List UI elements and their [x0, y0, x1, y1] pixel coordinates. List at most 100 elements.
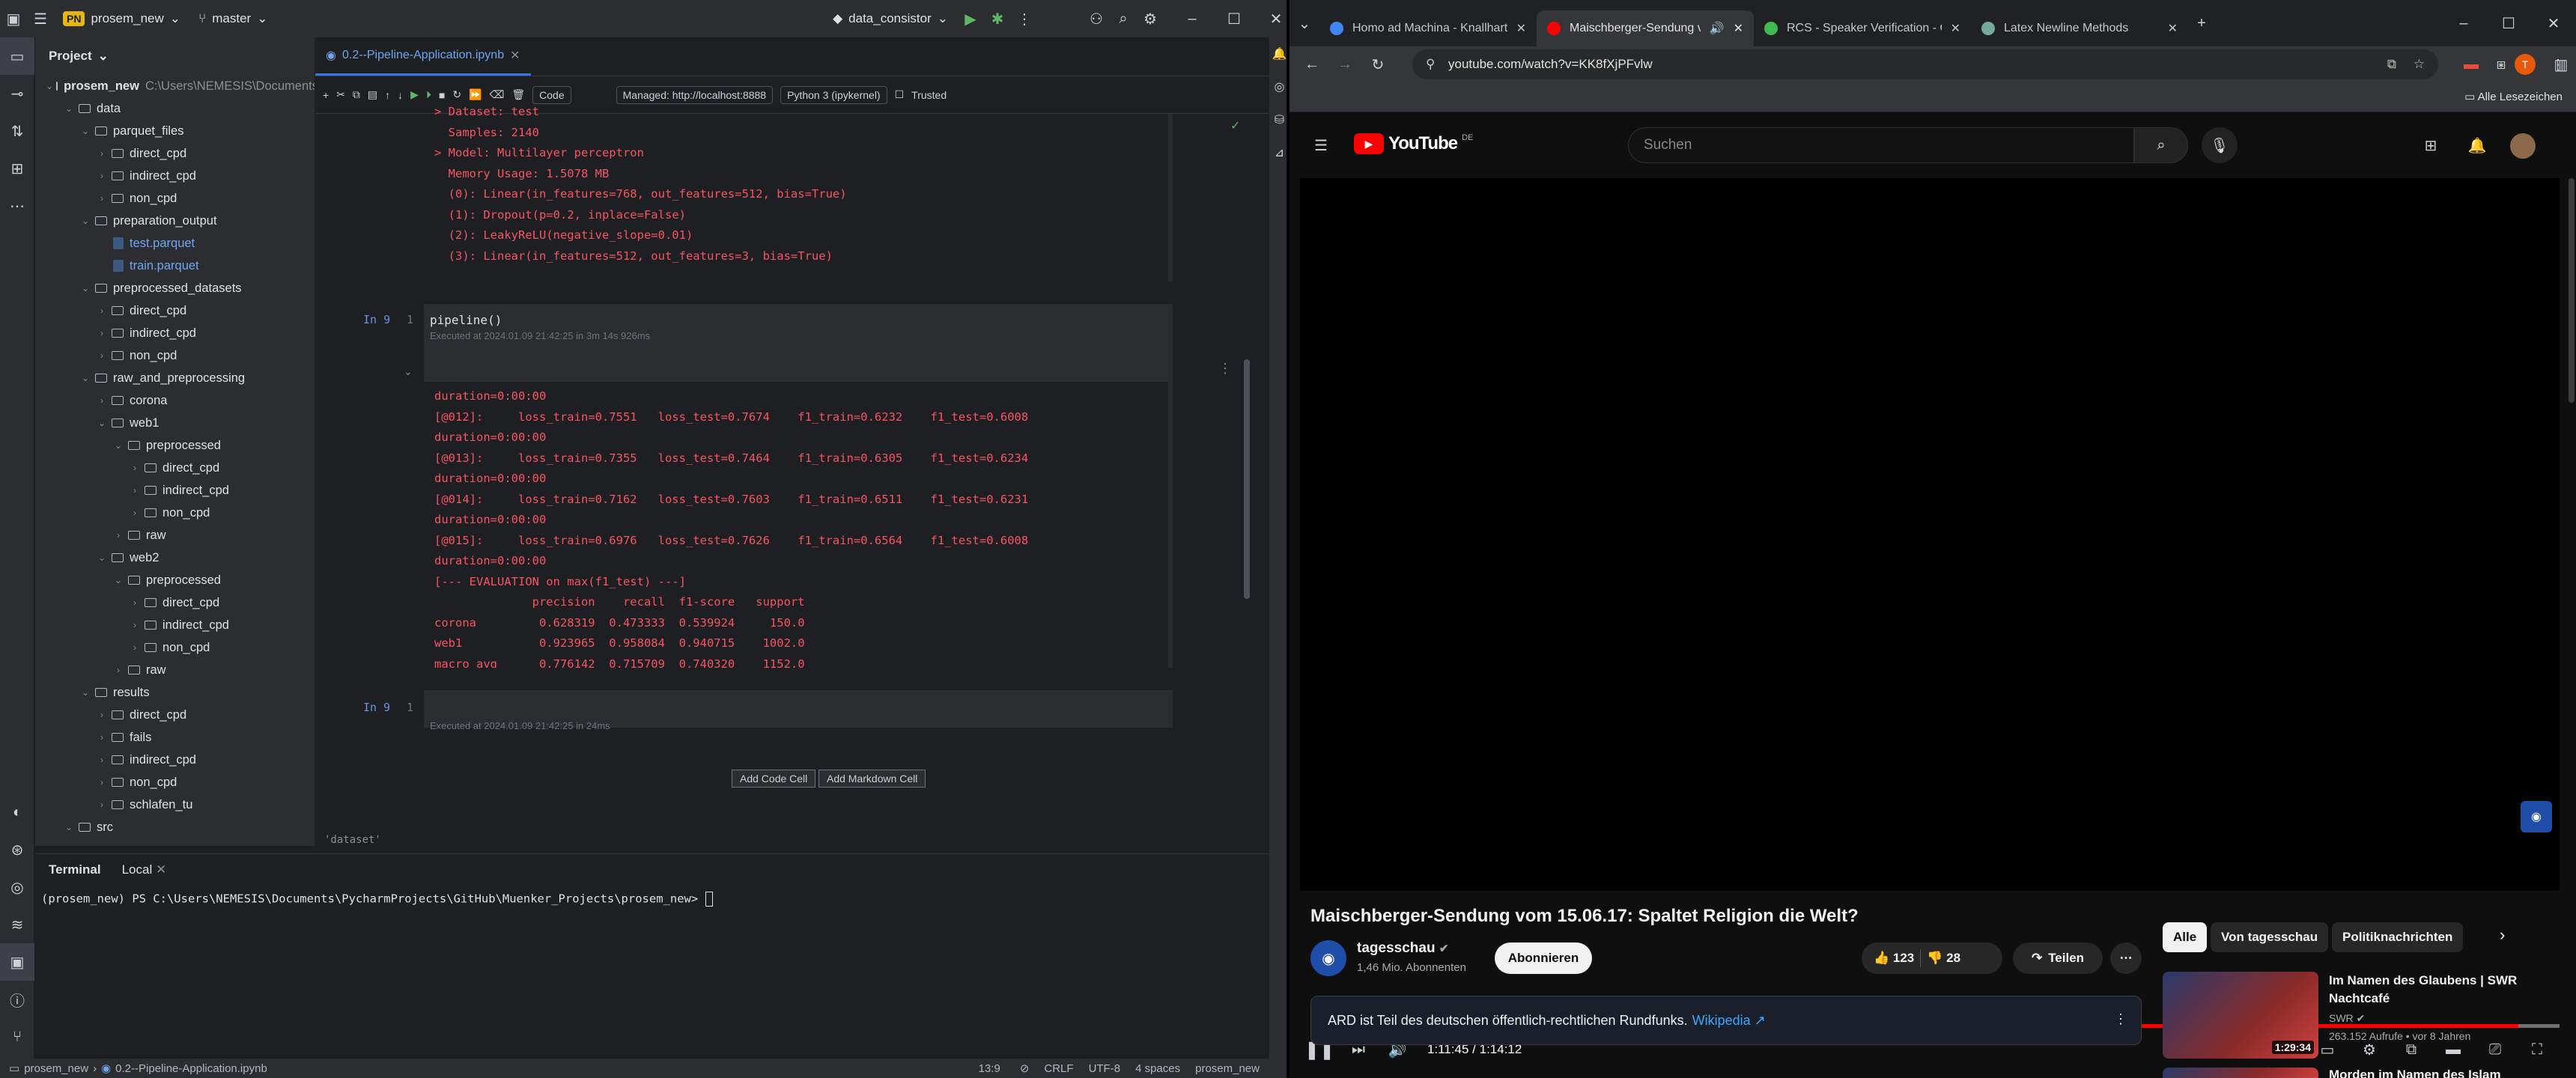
chevron-down-icon[interactable]: ⌄ [112, 440, 125, 451]
add-user-icon[interactable]: ⚇ [1083, 5, 1110, 32]
tree-folder-item[interactable]: › non_cpd [35, 636, 315, 659]
chevron-right-icon[interactable]: › [95, 710, 109, 720]
tree-folder-item[interactable]: ⌄ web1 [35, 412, 315, 434]
chip-2[interactable]: Politiknachrichten [2332, 922, 2464, 952]
tree-folder-item[interactable]: › non_cpd [35, 187, 315, 210]
tree-folder-item[interactable]: › indirect_cpd [35, 614, 315, 636]
breadcrumb-file[interactable]: 0.2--Pipeline-Application.ipynb [115, 1062, 267, 1075]
run-above-icon[interactable]: ⏩ [469, 88, 482, 101]
chevron-right-icon[interactable]: › [128, 620, 142, 630]
tab-local[interactable]: Local ✕ [122, 862, 167, 877]
run-icon[interactable]: ▶ [957, 5, 984, 32]
stop-icon[interactable]: ■ [439, 89, 445, 101]
git-icon[interactable]: ⑂ [0, 1018, 34, 1056]
add-code-cell-button[interactable]: Add Code Cell [732, 770, 816, 788]
tree-folder-item[interactable]: ⌄ preprocessed [35, 434, 315, 457]
server-select[interactable]: Managed: http://localhost:8888 [616, 85, 774, 104]
indent[interactable]: 4 spaces [1135, 1062, 1180, 1075]
problems-icon[interactable]: ⓘ [0, 981, 34, 1018]
channel-watermark-icon[interactable]: ◉ [2521, 801, 2552, 832]
run-config-selector[interactable]: ◆ data_consistor ⌄ [824, 11, 957, 26]
tree-folder-item[interactable]: ⌄ prosem_new C:\Users\NEMESIS\Documents\Py… [35, 75, 315, 97]
tree-folder-item[interactable]: ⌄ raw_and_preprocessing [35, 367, 315, 389]
recommended-video[interactable]: Morden im Namen des Islam [2163, 1068, 2537, 1078]
tree-folder-item[interactable]: ⌄ results [35, 681, 315, 704]
back-icon[interactable]: ← [1298, 51, 1325, 78]
minimize-icon[interactable]: – [2450, 10, 2477, 37]
chevron-down-icon[interactable]: ⌄ [62, 822, 76, 832]
trusted-checkbox[interactable]: ☐ [895, 88, 905, 101]
create-icon[interactable]: ⊞ [2417, 132, 2444, 159]
maximize-icon[interactable]: ☐ [1221, 5, 1248, 32]
chevron-down-icon[interactable]: ⌄ [79, 126, 92, 136]
subscribe-button[interactable]: Abonnieren [1495, 943, 1592, 974]
chevron-down-icon[interactable]: ⌄ [46, 81, 53, 91]
debug-icon[interactable]: ✱ [984, 5, 1011, 32]
move-up-icon[interactable]: ↑ [385, 89, 390, 101]
tree-folder-item[interactable]: › direct_cpd [35, 457, 315, 479]
close-tab-icon[interactable]: ✕ [156, 862, 166, 877]
chip-1[interactable]: Von tagesschau [2211, 922, 2329, 952]
output-more-icon[interactable]: ⋮ [1218, 361, 1232, 377]
editor-scrollbar[interactable] [1244, 359, 1250, 599]
tree-folder-item[interactable]: › direct_cpd [35, 704, 315, 726]
chevron-right-icon[interactable]: › [95, 777, 109, 788]
like-button[interactable]: 👍 123 [1874, 951, 1914, 966]
dislike-button[interactable]: 👎 28 [1927, 951, 1960, 966]
chip-0[interactable]: Alle [2163, 922, 2208, 952]
tree-folder-item[interactable]: › indirect_cpd [35, 479, 315, 502]
video-thumbnail[interactable] [2163, 1068, 2318, 1078]
clear-icon[interactable]: ⌫ [490, 88, 505, 101]
tree-folder-item[interactable]: ⌄ data [35, 97, 315, 120]
chevron-down-icon[interactable]: ⌄ [79, 373, 92, 383]
share-button[interactable]: ↷ Teilen [2013, 943, 2103, 974]
services-icon[interactable]: ◐ [0, 794, 34, 831]
youtube-logo[interactable]: ▶ YouTube DE [1354, 133, 1473, 154]
all-bookmarks[interactable]: ▭ Alle Lesezeichen [2464, 90, 2563, 103]
line-endings[interactable]: CRLF [1044, 1062, 1073, 1075]
extensions-puzzle-icon[interactable]: ⧆ [2488, 51, 2515, 78]
tree-folder-item[interactable]: ⌄ parquet_files [35, 120, 315, 142]
chevron-right-icon[interactable]: › [128, 508, 142, 518]
tree-folder-item[interactable]: › indirect_cpd [35, 322, 315, 344]
tree-folder-item[interactable]: › non_cpd [35, 344, 315, 367]
project-tool-icon[interactable]: ▭ [0, 37, 34, 75]
chevron-down-icon[interactable]: ⌄ [79, 216, 92, 226]
tree-folder-item[interactable]: ⌄ web2 [35, 546, 315, 569]
close-tab-icon[interactable]: ✕ [2168, 21, 2178, 36]
chevron-right-icon[interactable]: › [128, 597, 142, 608]
chevron-right-icon[interactable]: › [95, 328, 109, 338]
channel-avatar[interactable]: ◉ [1310, 940, 1346, 976]
more-actions-button[interactable]: ⋯ [2110, 943, 2142, 974]
reload-icon[interactable]: ↻ [1364, 51, 1391, 78]
notifications-icon[interactable]: 🔔 [2464, 132, 2491, 159]
tree-folder-item[interactable]: ⌄ preprocessed_datasets [35, 277, 315, 299]
chevron-right-icon[interactable]: › [95, 755, 109, 765]
close-tab-icon[interactable]: ✕ [1734, 21, 1743, 36]
browser-tab[interactable]: Maischberger-Sendung vom 🔊 ✕ [1537, 10, 1754, 46]
close-icon[interactable]: ✕ [1263, 5, 1289, 32]
search-input[interactable]: Suchen [1628, 127, 2134, 163]
collapse-output-icon[interactable]: ⌄ [404, 365, 413, 378]
terminal-tool-icon[interactable]: ▣ [0, 943, 34, 981]
cursor-position[interactable]: 13:9 [979, 1062, 1000, 1075]
tree-folder-item[interactable]: › fails [35, 726, 315, 749]
tree-folder-item[interactable]: › raw [35, 659, 315, 681]
chevron-down-icon[interactable]: ⌄ [112, 575, 125, 585]
channel-name[interactable]: tagesschau ✔ [1357, 940, 1448, 957]
run-cell-icon[interactable]: ⏵ [426, 88, 431, 101]
tree-folder-item[interactable]: › corona [35, 389, 315, 412]
close-icon[interactable]: ✕ [2540, 10, 2567, 37]
account-avatar[interactable] [2510, 133, 2536, 159]
minimize-icon[interactable]: – [1179, 5, 1206, 32]
encoding[interactable]: UTF-8 [1089, 1062, 1121, 1075]
info-more-icon[interactable]: ⋮ [2114, 1011, 2127, 1027]
cell-code[interactable]: pipeline() [424, 304, 1173, 327]
tree-file-item[interactable]: train.parquet [35, 255, 315, 277]
browser-tab[interactable]: RCS - Speaker Verification - Or ✕ [1754, 10, 1971, 46]
chevron-down-icon[interactable]: ⌄ [95, 552, 109, 563]
tree-folder-item[interactable]: › raw [35, 524, 315, 546]
chevron-down-icon[interactable]: ⌄ [79, 283, 92, 293]
paste-icon[interactable]: ▤ [368, 88, 377, 101]
extension-icon[interactable]: ▬ [2458, 51, 2485, 78]
